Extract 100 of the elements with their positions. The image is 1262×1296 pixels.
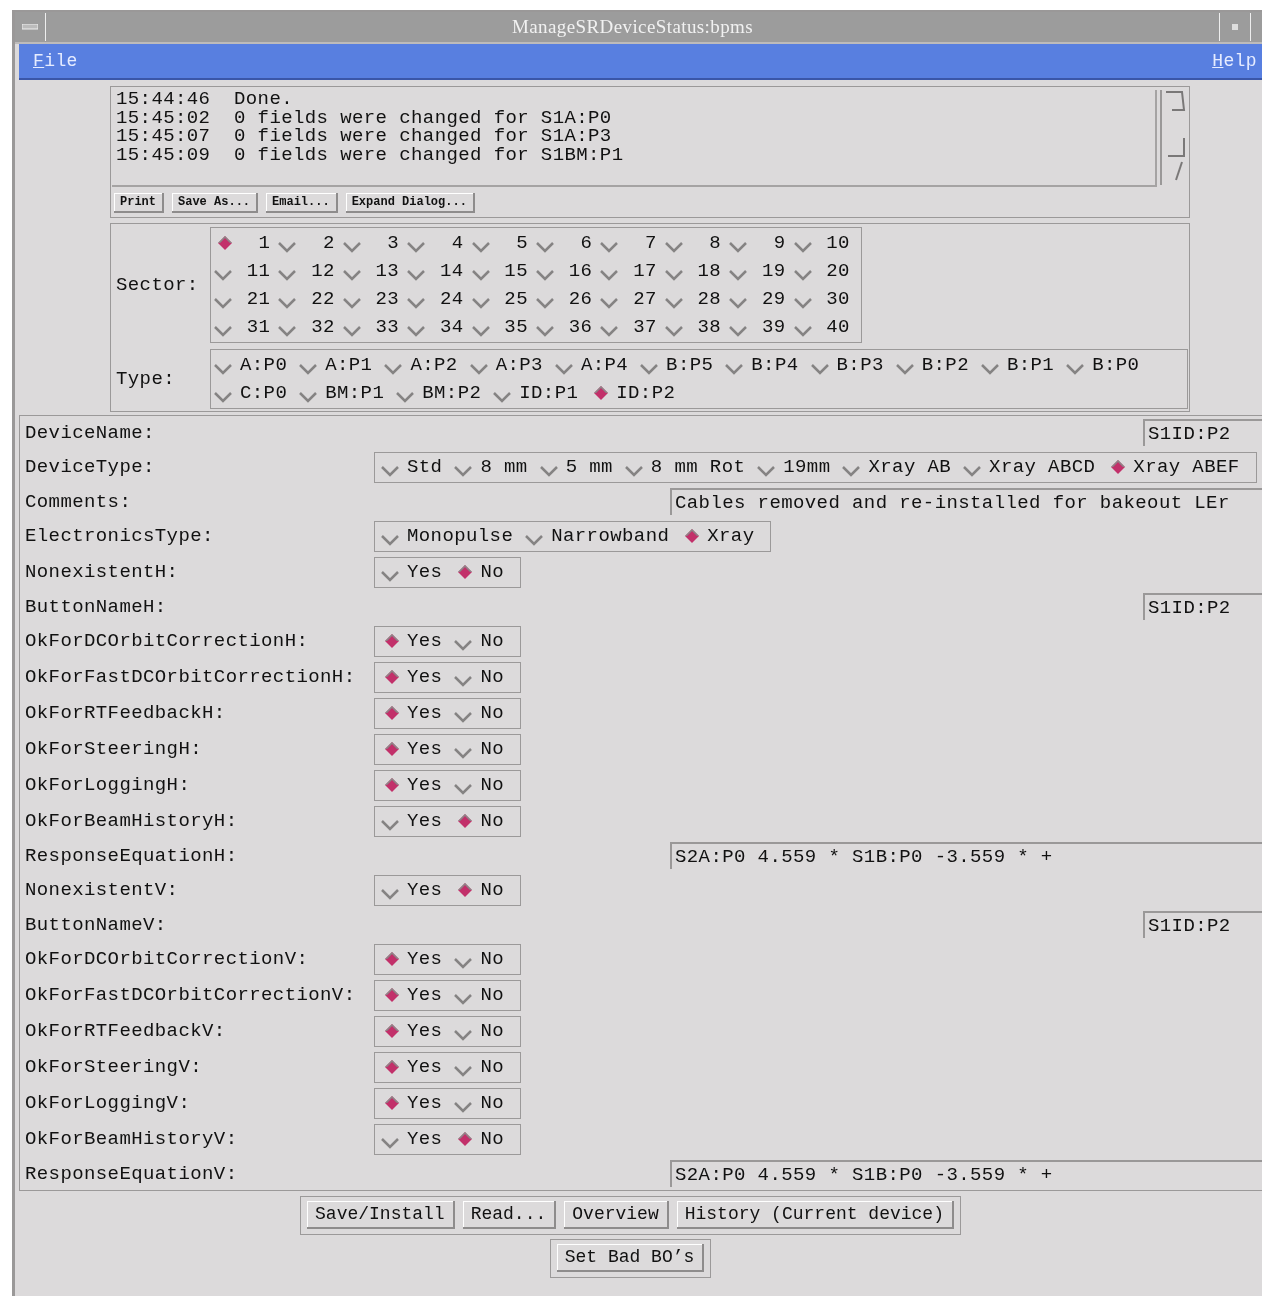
type-radio[interactable]: B:P4 xyxy=(725,351,811,379)
log-button[interactable]: Email... xyxy=(266,193,338,213)
sector-radio[interactable]: 20 xyxy=(793,257,858,285)
radio-option[interactable]: Yes xyxy=(381,945,455,973)
log-button[interactable]: Save As... xyxy=(172,193,259,213)
type-radio[interactable]: ID:P2 xyxy=(590,379,688,407)
name-field[interactable]: S1ID:P2 xyxy=(1143,419,1262,446)
radio-option[interactable]: Yes xyxy=(381,627,455,655)
type-radio[interactable]: C:P0 xyxy=(214,379,300,407)
sector-radio[interactable]: 12 xyxy=(278,257,343,285)
sector-radio[interactable]: 30 xyxy=(793,285,858,313)
sector-radio[interactable]: 4 xyxy=(407,229,472,257)
radio-option[interactable]: Monopulse xyxy=(381,522,526,550)
sector-radio[interactable]: 36 xyxy=(535,313,601,341)
sector-radio[interactable]: 23 xyxy=(342,285,408,313)
sector-radio[interactable]: 28 xyxy=(664,285,730,313)
sector-radio[interactable]: 38 xyxy=(664,313,730,341)
type-radio[interactable]: ID:P1 xyxy=(493,379,591,407)
sector-radio[interactable]: 19 xyxy=(729,257,794,285)
radio-option[interactable]: No xyxy=(454,945,516,973)
radio-option[interactable]: Yes xyxy=(381,807,455,835)
log-button[interactable]: Expand Dialog... xyxy=(345,193,475,213)
radio-option[interactable]: Yes xyxy=(381,558,455,586)
type-radio[interactable]: B:P0 xyxy=(1066,351,1152,379)
sector-radio[interactable]: 14 xyxy=(407,257,472,285)
radio-option[interactable]: Yes xyxy=(381,735,455,763)
action-button[interactable]: Save/Install xyxy=(307,1201,455,1229)
radio-option[interactable]: Yes xyxy=(381,699,455,727)
action-button[interactable]: History (Current device) xyxy=(676,1201,954,1229)
sector-radio[interactable]: 33 xyxy=(342,313,408,341)
radio-option[interactable]: No xyxy=(454,876,516,904)
radio-option[interactable]: No xyxy=(454,1089,516,1117)
sector-radio[interactable]: 7 xyxy=(600,229,665,257)
type-radio[interactable]: B:P1 xyxy=(980,351,1067,379)
sector-radio[interactable]: 40 xyxy=(793,313,858,341)
sector-radio[interactable]: 1 xyxy=(214,229,279,257)
radio-option[interactable]: 5 mm xyxy=(539,453,625,481)
sector-radio[interactable]: 21 xyxy=(214,285,279,313)
sector-radio[interactable]: 22 xyxy=(278,285,343,313)
sector-radio[interactable]: 27 xyxy=(600,285,665,313)
type-radio[interactable]: B:P2 xyxy=(895,351,981,379)
type-radio[interactable]: BM:P1 xyxy=(299,379,397,407)
radio-option[interactable]: No xyxy=(454,663,516,691)
sector-radio[interactable]: 18 xyxy=(664,257,730,285)
radio-option[interactable]: No xyxy=(454,735,516,763)
radio-option[interactable]: 8 mm Rot xyxy=(624,453,758,481)
radio-option[interactable]: Xray ABCD xyxy=(963,453,1108,481)
type-radio[interactable]: B:P5 xyxy=(640,351,726,379)
sector-radio[interactable]: 34 xyxy=(407,313,472,341)
sector-radio[interactable]: 8 xyxy=(664,229,730,257)
radio-option[interactable]: Xray AB xyxy=(842,453,964,481)
scrollbar[interactable] xyxy=(1160,90,1188,185)
action-button[interactable]: Overview xyxy=(564,1201,669,1229)
radio-option[interactable]: 8 mm xyxy=(454,453,540,481)
sector-radio[interactable]: 16 xyxy=(535,257,601,285)
sector-radio[interactable]: 39 xyxy=(729,313,794,341)
sector-radio[interactable]: 26 xyxy=(535,285,601,313)
sector-radio[interactable]: 3 xyxy=(342,229,408,257)
radio-option[interactable]: No xyxy=(454,1053,516,1081)
name-field[interactable]: S1ID:P2 xyxy=(1143,593,1262,620)
radio-option[interactable]: Yes xyxy=(381,771,455,799)
sector-radio[interactable]: 31 xyxy=(214,313,279,341)
sector-radio[interactable]: 25 xyxy=(471,285,536,313)
name-field[interactable]: S1ID:P2 xyxy=(1143,911,1262,938)
radio-option[interactable]: Yes xyxy=(381,1017,455,1045)
radio-option[interactable]: No xyxy=(454,771,516,799)
type-radio[interactable]: A:P3 xyxy=(469,351,555,379)
log-button[interactable]: Print xyxy=(114,193,164,213)
radio-option[interactable]: Yes xyxy=(381,1089,455,1117)
radio-option[interactable]: 19mm xyxy=(757,453,843,481)
type-radio[interactable]: A:P4 xyxy=(554,351,641,379)
radio-option[interactable]: Xray xyxy=(681,522,767,550)
sector-radio[interactable]: 29 xyxy=(729,285,794,313)
radio-option[interactable]: Xray ABEF xyxy=(1107,453,1252,481)
radio-option[interactable]: No xyxy=(454,981,516,1009)
type-radio[interactable]: BM:P2 xyxy=(396,379,494,407)
radio-option[interactable]: No xyxy=(454,558,516,586)
radio-option[interactable]: No xyxy=(454,1017,516,1045)
action-button[interactable]: Set Bad BO’s xyxy=(556,1244,705,1272)
sector-radio[interactable]: 15 xyxy=(471,257,536,285)
radio-option[interactable]: No xyxy=(454,627,516,655)
sector-radio[interactable]: 17 xyxy=(600,257,665,285)
type-radio[interactable]: A:P0 xyxy=(214,351,300,379)
sector-radio[interactable]: 10 xyxy=(793,229,858,257)
sector-radio[interactable]: 24 xyxy=(407,285,472,313)
radio-option[interactable]: No xyxy=(454,699,516,727)
radio-option[interactable]: Narrowband xyxy=(525,522,682,550)
radio-option[interactable]: Std xyxy=(381,453,455,481)
type-radio[interactable]: A:P1 xyxy=(299,351,385,379)
sector-radio[interactable]: 5 xyxy=(471,229,536,257)
sector-radio[interactable]: 35 xyxy=(471,313,536,341)
radio-option[interactable]: Yes xyxy=(381,663,455,691)
sector-radio[interactable]: 32 xyxy=(278,313,343,341)
sector-radio[interactable]: 2 xyxy=(278,229,343,257)
radio-option[interactable]: No xyxy=(454,807,516,835)
type-radio[interactable]: A:P2 xyxy=(384,351,470,379)
action-button[interactable]: Read... xyxy=(462,1201,557,1229)
sector-radio[interactable]: 6 xyxy=(535,229,601,257)
sector-radio[interactable]: 37 xyxy=(600,313,665,341)
text-field[interactable]: Cables removed and re-installed for bakeout LEr xyxy=(670,488,1262,515)
